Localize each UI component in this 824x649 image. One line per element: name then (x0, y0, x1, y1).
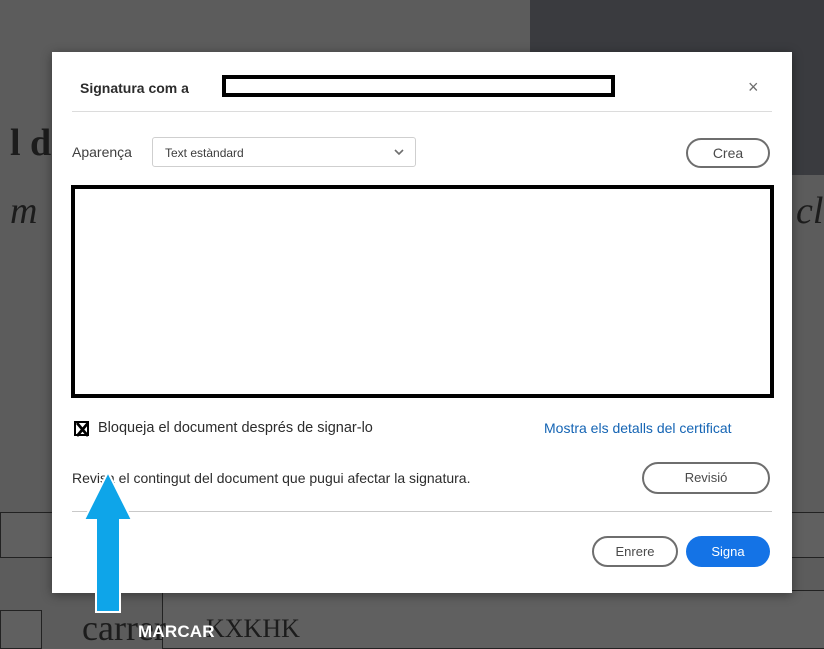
lock-document-label: Bloqueja el document després de signar-l… (98, 420, 373, 436)
appearance-selected-value: Text estàndard (165, 146, 244, 160)
appearance-label: Aparença (72, 144, 132, 160)
background-form-field (0, 512, 57, 558)
review-button[interactable]: Revisió (642, 462, 770, 494)
redacted-signer-name (222, 75, 615, 97)
sign-button[interactable]: Signa (686, 536, 770, 567)
annotation-arrow-up-icon (82, 470, 134, 613)
signature-preview-box (71, 185, 774, 398)
lock-document-checkbox[interactable] (74, 421, 90, 437)
dialog-title: Signatura com a (80, 80, 189, 96)
sign-as-dialog: Signatura com a × Aparença Text estàndar… (52, 52, 792, 593)
back-button[interactable]: Enrere (592, 536, 678, 567)
annotation-label: MARCAR (138, 622, 215, 641)
appearance-select[interactable]: Text estàndard (152, 137, 416, 167)
background-form-field (790, 512, 824, 558)
checkmark-x-icon (75, 422, 90, 437)
chevron-down-icon (394, 149, 404, 156)
background-form-field (0, 610, 42, 649)
background-text-fragment: cl (796, 190, 824, 232)
title-divider (72, 111, 772, 112)
footer-divider (72, 511, 772, 512)
create-appearance-button[interactable]: Crea (686, 138, 770, 168)
background-text-fragment: m (10, 190, 38, 232)
show-certificate-details-link[interactable]: Mostra els detalls del certificat (544, 420, 732, 436)
close-icon[interactable]: × (748, 78, 759, 96)
background-text-fragment: KXKHK (206, 614, 300, 643)
